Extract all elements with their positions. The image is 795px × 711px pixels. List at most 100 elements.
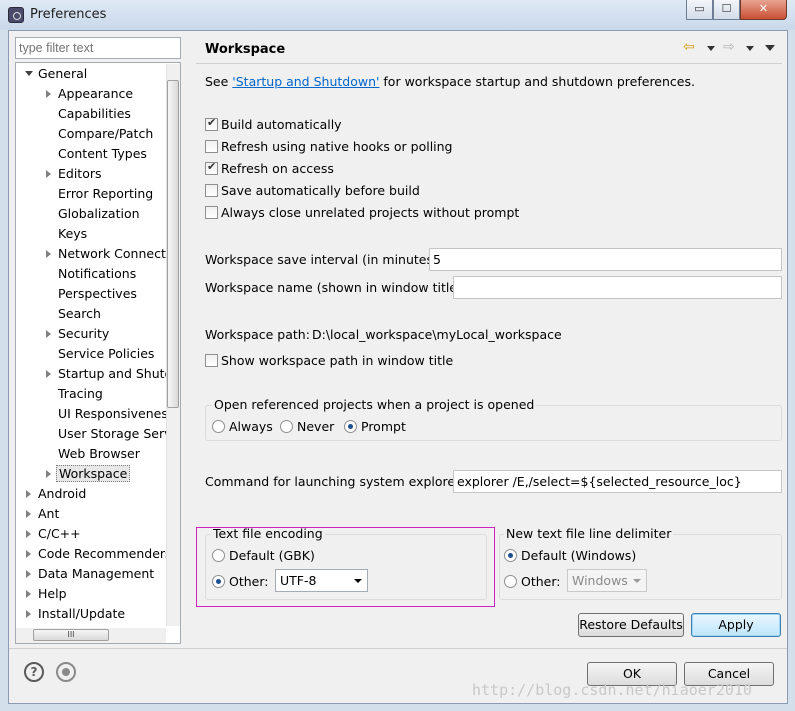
import-export-icon[interactable] [56, 662, 76, 682]
refresh-on-access-checkbox[interactable] [205, 160, 218, 175]
watermark: http://blog.csdn.net/hiaoer2010 [472, 681, 752, 699]
open-ref-always-label: Always [229, 419, 273, 434]
save-before-build-checkbox[interactable] [205, 184, 218, 197]
tree-item-workspace[interactable]: Workspace [46, 464, 131, 483]
explorer-command-label: Command for launching system explorer: [205, 474, 465, 489]
open-ref-always-radio[interactable] [212, 420, 225, 433]
collapsed-arrow-icon[interactable] [26, 490, 31, 498]
collapsed-arrow-icon[interactable] [26, 610, 31, 618]
tree-item-startup-shutdown[interactable]: Startup and Shutd [46, 364, 172, 383]
tree-item-network-connections[interactable]: Network Connecti [46, 244, 169, 263]
collapsed-arrow-icon[interactable] [26, 550, 31, 558]
collapsed-arrow-icon[interactable] [46, 250, 51, 258]
forward-dropdown-icon[interactable] [746, 46, 754, 51]
save-interval-label: Workspace save interval (in minutes): [205, 252, 443, 267]
tree-item-ui-responsiveness[interactable]: UI Responsivenes [58, 404, 168, 423]
tree-item-content-types[interactable]: Content Types [58, 144, 147, 163]
workspace-name-label: Workspace name (shown in window title): [205, 280, 467, 295]
refresh-native-checkbox[interactable] [205, 140, 218, 153]
tree-vertical-scroll-thumb[interactable] [167, 80, 179, 408]
close-unrelated-checkbox[interactable] [205, 206, 218, 219]
startup-shutdown-link[interactable]: 'Startup and Shutdown' [232, 74, 379, 89]
tree-item-android[interactable]: Android [26, 484, 86, 503]
build-automatically-checkbox[interactable] [205, 116, 218, 131]
delimiter-other-radio[interactable] [504, 575, 517, 588]
minimize-icon: ▭ [694, 2, 705, 15]
show-path-label: Show workspace path in window title [221, 353, 454, 368]
collapsed-arrow-icon[interactable] [46, 370, 51, 378]
footer-separator [9, 648, 787, 649]
workspace-path-label: Workspace path: [205, 327, 310, 342]
title-bar[interactable] [0, 0, 795, 30]
close-window-button[interactable]: ✕ [740, 0, 787, 20]
see-startup-text: See 'Startup and Shutdown' for workspace… [205, 74, 695, 89]
tree-item-security[interactable]: Security [46, 324, 109, 343]
forward-arrow-icon[interactable]: ⇨ [723, 39, 735, 55]
collapsed-arrow-icon[interactable] [26, 570, 31, 578]
collapsed-arrow-icon[interactable] [46, 330, 51, 338]
workspace-path-value: D:\local_workspace\myLocal_workspace [312, 327, 562, 342]
tree-item-ant[interactable]: Ant [26, 504, 59, 523]
refresh-on-access-label: Refresh on access [221, 161, 334, 176]
back-dropdown-icon[interactable] [707, 46, 715, 51]
delimiter-default-label: Default (Windows) [521, 548, 637, 563]
highlight-box [196, 527, 495, 607]
save-interval-input[interactable]: 5 [429, 248, 782, 271]
close-icon: ✕ [758, 2, 769, 15]
maximize-icon: ☐ [721, 2, 732, 15]
tree-item-service-policies[interactable]: Service Policies [58, 344, 154, 363]
maximize-button[interactable]: ☐ [713, 0, 740, 20]
workspace-name-input[interactable] [453, 276, 782, 299]
open-ref-never-radio[interactable] [280, 420, 293, 433]
view-menu-icon[interactable] [765, 45, 775, 51]
title-separator [196, 63, 782, 64]
preference-tree[interactable]: General Appearance Capabilities Compare/… [15, 62, 181, 644]
dropdown-arrow-icon [633, 579, 641, 583]
collapsed-arrow-icon[interactable] [46, 170, 51, 178]
open-ref-never-label: Never [297, 419, 335, 434]
tree-item-globalization[interactable]: Globalization [58, 204, 140, 223]
close-unrelated-label: Always close unrelated projects without … [221, 205, 520, 220]
collapsed-arrow-icon[interactable] [26, 510, 31, 518]
tree-item-notifications[interactable]: Notifications [58, 264, 136, 283]
tree-item-web-browser[interactable]: Web Browser [58, 444, 140, 463]
explorer-command-input[interactable]: explorer /E,/select=${selected_resource_… [453, 470, 782, 493]
save-before-build-label: Save automatically before build [221, 183, 420, 198]
tree-item-compare-patch[interactable]: Compare/Patch [58, 124, 153, 143]
back-arrow-icon[interactable]: ⇦ [683, 39, 695, 55]
collapsed-arrow-icon[interactable] [26, 590, 31, 598]
collapsed-arrow-icon[interactable] [26, 530, 31, 538]
tree-item-capabilities[interactable]: Capabilities [58, 104, 131, 123]
tree-item-user-storage[interactable]: User Storage Serv [58, 424, 172, 443]
help-icon[interactable]: ? [24, 662, 44, 682]
filter-input[interactable] [15, 37, 181, 59]
apply-button[interactable]: Apply [691, 613, 781, 637]
open-ref-prompt-radio[interactable] [344, 420, 357, 433]
tree-horizontal-scroll-thumb[interactable]: III [33, 629, 109, 641]
tree-item-code-recommenders[interactable]: Code Recommenders [26, 544, 172, 563]
delimiter-select[interactable]: Windows [567, 569, 647, 592]
collapsed-arrow-icon[interactable] [46, 470, 51, 478]
tree-item-error-reporting[interactable]: Error Reporting [58, 184, 153, 203]
tree-item-editors[interactable]: Editors [46, 164, 102, 183]
open-ref-prompt-label: Prompt [361, 419, 406, 434]
tree-item-general[interactable]: General [25, 64, 87, 83]
tree-item-help[interactable]: Help [26, 584, 67, 603]
tree-item-appearance[interactable]: Appearance [46, 84, 133, 103]
expanded-arrow-icon[interactable] [25, 71, 33, 76]
page-title: Workspace [205, 42, 286, 57]
tree-item-search[interactable]: Search [58, 304, 101, 323]
tree-item-perspectives[interactable]: Perspectives [58, 284, 137, 303]
tree-item-keys[interactable]: Keys [58, 224, 87, 243]
show-path-checkbox[interactable] [205, 354, 218, 367]
window-title: Preferences [30, 7, 107, 22]
tree-item-tracing[interactable]: Tracing [58, 384, 103, 403]
tree-item-data-management[interactable]: Data Management [26, 564, 154, 583]
tree-item-install-update[interactable]: Install/Update [26, 604, 125, 623]
tree-item-c-cpp[interactable]: C/C++ [26, 524, 81, 543]
delimiter-default-radio[interactable] [504, 549, 517, 562]
minimize-button[interactable]: ▭ [686, 0, 713, 20]
restore-defaults-button[interactable]: Restore Defaults [578, 613, 684, 637]
eclipse-app-icon [8, 7, 24, 23]
collapsed-arrow-icon[interactable] [46, 90, 51, 98]
